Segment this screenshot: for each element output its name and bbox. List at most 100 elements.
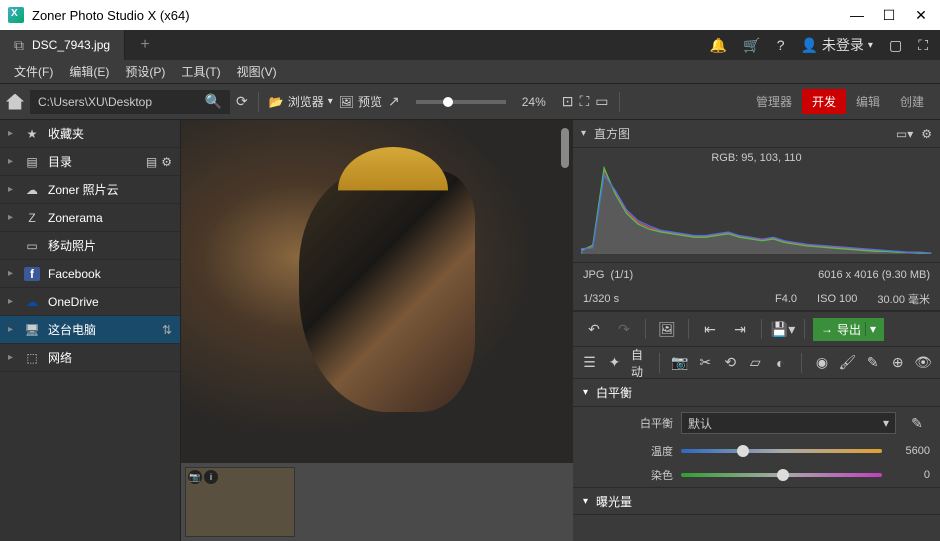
radial-icon[interactable]: ◉ [813,351,830,375]
mode-manager[interactable]: 管理器 [746,89,802,114]
auto-label[interactable]: 自动 [631,346,647,380]
mode-switcher: 管理器 开发 编辑 创建 [746,89,934,114]
zoom-slider[interactable] [416,100,506,104]
menu-preset[interactable]: 预设(P) [119,63,171,80]
fit-screen-icon[interactable]: ⛶ [579,93,589,110]
sliders-icon[interactable]: ☰ [581,351,598,375]
monitor-icon[interactable]: ▢ [889,37,902,54]
exif-focal: 30.00 毫米 [877,291,930,307]
add-tab-button[interactable]: + [125,36,165,54]
menu-file[interactable]: 文件(F) [8,63,59,80]
right-panel: ▾ 直方图 ▭▾ ⚙ RGB: 95, 103, 110 JPG (1/1) 6… [573,120,940,541]
clone-icon[interactable]: ⊕ [889,351,906,375]
account-button[interactable]: 👤 未登录 ▾ [800,35,872,55]
menu-edit[interactable]: 编辑(E) [63,63,115,80]
gradient-icon[interactable]: ◐ [772,351,789,375]
mode-develop[interactable]: 开发 [802,89,846,114]
slider-knob[interactable] [443,97,453,107]
menu-tools[interactable]: 工具(T) [175,63,226,80]
browser-label: 浏览器 [288,93,324,110]
divider [645,319,646,339]
wb-tint-slider[interactable] [681,470,882,480]
sidebar-item-3[interactable]: ▸ Z Zonerama [0,204,180,232]
home-icon[interactable] [6,94,24,110]
thumbnail[interactable]: 📷 i [185,467,295,537]
preview-scrollbar[interactable] [561,128,569,168]
folder-icon: 🖥 [24,323,40,337]
fit-window-icon[interactable]: ▭ [595,93,608,110]
histogram-header[interactable]: ▾ 直方图 ▭▾ ⚙ [573,120,940,148]
magic-icon[interactable]: ✦ [606,351,623,375]
image-preview[interactable] [181,120,573,463]
paste-settings-button[interactable]: ⇥ [727,317,753,341]
fit-1to1-icon[interactable]: ⊡ [562,93,574,110]
preview-button[interactable]: 🖼 预览 [339,93,382,110]
sidebar-item-4[interactable]: ▭ 移动照片 [0,232,180,260]
mode-editor[interactable]: 编辑 [846,89,890,114]
perspective-icon[interactable]: ▱ [747,351,764,375]
redo-button[interactable]: ↷ [611,317,637,341]
sidebar-item-0[interactable]: ▸ ★ 收藏夹 [0,120,180,148]
cart-icon[interactable]: 🛒 [743,37,760,54]
file-format: JPG (1/1) [583,269,798,281]
crop-icon[interactable]: ✂ [697,351,714,375]
filter-icon[interactable]: ▤ [146,155,157,169]
sort-icon[interactable]: ⇅ [162,323,172,337]
compare-button[interactable]: 🖼 [654,317,680,341]
save-dropdown-button[interactable]: 💾▾ [770,317,796,341]
notifications-icon[interactable]: 🔔 [710,37,727,54]
expand-icon: ▸ [8,128,16,139]
sidebar-item-7[interactable]: ▸ 🖥 这台电脑 ⇅ [0,316,180,344]
retouch-icon[interactable]: ✎ [864,351,881,375]
search-icon[interactable]: 🔍 [205,93,222,110]
sidebar-item-8[interactable]: ▸ ⬚ 网络 [0,344,180,372]
sidebar-item-5[interactable]: ▸ f Facebook [0,260,180,288]
eyedropper-icon[interactable]: ✎ [904,411,930,435]
divider [688,319,689,339]
wb-mode-select[interactable]: 默认 ▾ [681,412,896,434]
wb-mode-row: 白平衡 默认 ▾ ✎ [573,407,940,439]
camera-icon[interactable]: 📷 [671,351,688,375]
sidebar-item-2[interactable]: ▸ ☁ Zoner 照片云 [0,176,180,204]
wb-temp-slider[interactable] [681,446,882,456]
maximize-button[interactable]: ☐ [882,8,896,22]
browser-button[interactable]: 📂 浏览器 ▾ [269,93,333,110]
refresh-icon[interactable]: ⟳ [236,93,248,110]
zoom-value: 24% [522,95,546,109]
copy-settings-button[interactable]: ⇤ [697,317,723,341]
menu-view[interactable]: 视图(V) [231,63,283,80]
export-button[interactable]: → 导出 ▾ [813,318,884,341]
sidebar-label: Zoner 照片云 [48,181,172,198]
fullscreen-icon[interactable]: ⛶ [918,37,928,54]
panel-gear-icon[interactable]: ⚙ [921,127,932,141]
path-box[interactable]: 🔍 [30,90,230,114]
redeye-icon[interactable]: 👁 [914,351,932,375]
exposure-section-header[interactable]: ▾ 曝光量 [573,487,940,515]
external-icon[interactable]: ↗ [388,93,400,110]
close-button[interactable]: ✕ [914,8,928,22]
wb-mode-label: 白平衡 [583,415,673,431]
histogram: RGB: 95, 103, 110 [573,148,940,263]
rotate-icon[interactable]: ⟲ [722,351,739,375]
help-icon[interactable]: ? [777,37,785,53]
slider-knob[interactable] [737,445,749,457]
brush-icon[interactable]: 🖌 [838,351,856,375]
undo-button[interactable]: ↶ [581,317,607,341]
panel-more-icon[interactable]: ▭▾ [896,127,913,141]
mode-create[interactable]: 创建 [890,89,934,114]
folder-icon: ▤ [24,155,40,169]
wb-section-header[interactable]: ▾ 白平衡 [573,379,940,407]
wb-tint-label: 染色 [583,467,673,483]
folder-icon: f [24,267,40,281]
image-icon: ⧉ [14,37,24,54]
sidebar-item-6[interactable]: ▸ ☁ OneDrive [0,288,180,316]
minimize-button[interactable]: — [850,8,864,22]
sidebar-item-1[interactable]: ▸ ▤ 目录 ▤⚙ [0,148,180,176]
document-tab[interactable]: ⧉ DSC_7943.jpg [0,30,125,60]
gear-icon[interactable]: ⚙ [161,155,172,169]
image-icon: 🖼 [339,95,354,109]
slider-knob[interactable] [777,469,789,481]
path-input[interactable] [38,95,199,109]
sidebar-label: 这台电脑 [48,321,154,338]
folder-icon: ★ [24,127,40,141]
